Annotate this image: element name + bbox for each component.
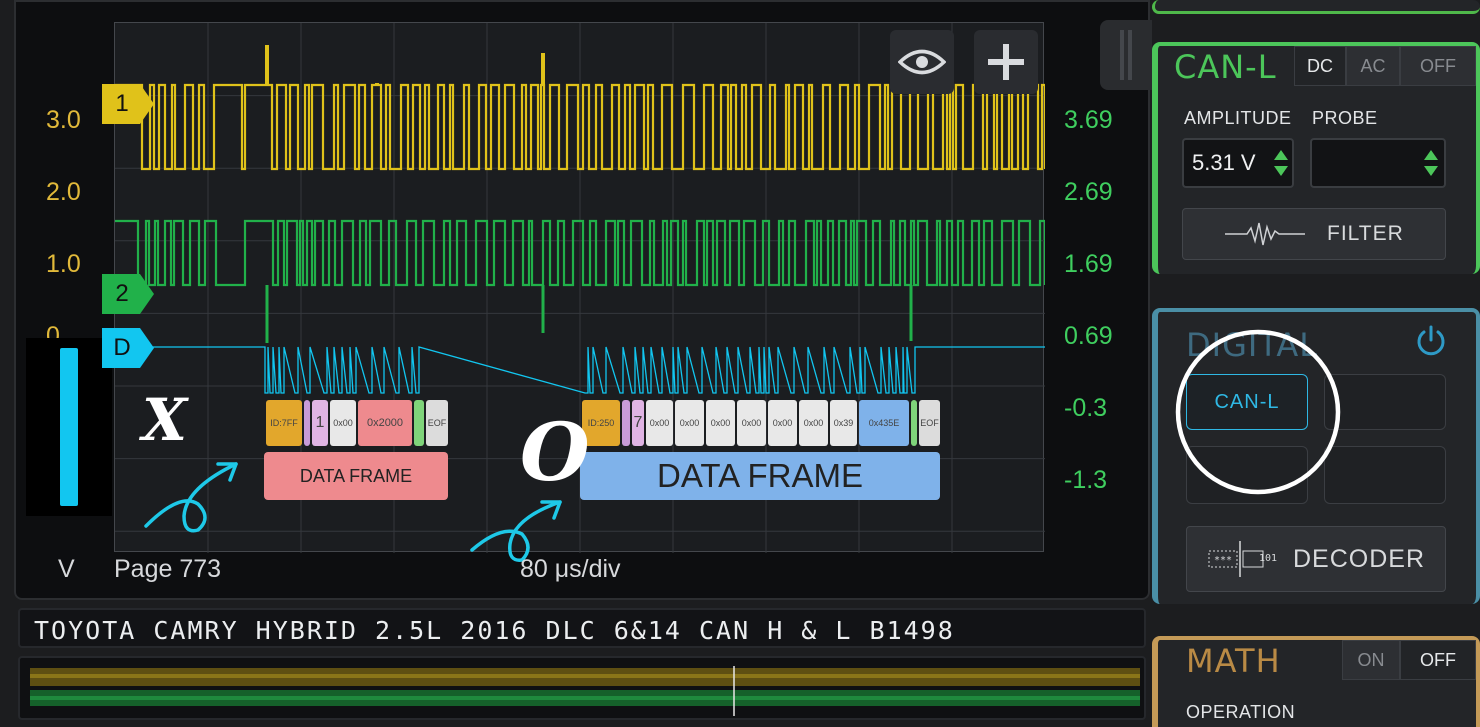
can-l-channel-panel: CAN-L DC AC OFF AMPLITUDE PROBE 5.31 V F… [1152,42,1480,274]
arrow-annotation-icon [144,462,238,533]
probe-label: PROBE [1312,108,1378,128]
session-title: TOYOTA CAMRY HYBRID 2.5L 2016 DLC 6&14 C… [34,616,955,645]
decoder-icon-text: 101 [1259,553,1278,564]
overview-strip[interactable] [18,656,1146,720]
timebase-label[interactable]: 80 μs/div [520,555,621,584]
channel-2-marker[interactable]: 2 [102,274,154,314]
right-scale-label: 0.69 [1064,322,1113,350]
decode-cell-data: 0x00 [675,400,704,446]
decode-cell-data: 0x00 [737,400,766,446]
decoder-icon: *** [1208,541,1264,577]
probe-stepper[interactable] [1420,140,1442,186]
plus-icon [988,44,1024,80]
filter-button[interactable]: FILTER [1182,208,1446,260]
arrow-annotation-icon [470,500,562,562]
right-mark-annotation: O [520,405,590,499]
digital-marker[interactable]: D [102,328,154,368]
panel-drawer-handle[interactable] [1100,20,1152,90]
right-scale-label: 1.69 [1064,250,1113,278]
decoder-button[interactable]: *** 101 DECODER [1186,526,1446,592]
left-scale-label: 3.0 [46,106,81,134]
channel-title: CAN-L [1174,48,1277,86]
highlight-circle-annotation [1175,329,1341,495]
decoder-label: DECODER [1293,544,1426,573]
session-title-bar[interactable]: TOYOTA CAMRY HYBRID 2.5L 2016 DLC 6&14 C… [18,608,1146,648]
svg-text:***: *** [1214,555,1232,566]
marker-label: 2 [115,280,129,307]
coupling-dc-button[interactable]: DC [1294,46,1346,86]
digital-slot-empty[interactable] [1324,446,1446,504]
decode-cell-data: 0x00 [646,400,673,446]
right-scale-label: 3.69 [1064,106,1113,134]
math-off-button[interactable]: OFF [1400,640,1476,680]
decode-cell-ack [414,400,424,446]
amplitude-field[interactable]: 5.31 V [1182,138,1294,188]
level-bar [60,348,78,506]
decode-cell-pad [304,400,310,446]
data-frame-2[interactable]: DATA FRAME [580,452,940,500]
decode-cell-eof: EOF [919,400,940,446]
decode-cell-eof: EOF [426,400,448,446]
power-icon[interactable] [1414,324,1448,358]
marker-label: D [113,334,131,361]
decode-cell-data: 0x00 [706,400,735,446]
math-title: MATH [1186,642,1281,680]
waveform-icon [1225,222,1305,246]
decode-cell-dlc: 7 [632,400,644,446]
channel-panel-collapsed [1152,0,1480,14]
filter-label: FILTER [1327,222,1404,245]
decode-cell-crc: 0x2000 [358,400,412,446]
digital-panel: DIGITAL CAN-L *** 101 DECODER [1152,308,1480,604]
decode-cell-ack [911,400,917,446]
overview-waveform [30,666,1140,716]
marker-label: 1 [115,90,129,117]
right-scale-label: -0.3 [1064,394,1108,422]
visibility-button[interactable] [890,30,954,94]
decode-cell-dlc: 1 [312,400,328,446]
eye-icon [898,49,946,75]
handle-grip [1128,30,1132,80]
decode-cell-crc: 0x435E [859,400,909,446]
decode-cell-id: ID:7FF [266,400,302,446]
handle-grip [1120,30,1124,80]
left-scale-label: 1.0 [46,250,81,278]
stepper-arrows-icon [1274,150,1288,176]
coupling-off-button[interactable]: OFF [1400,46,1476,86]
left-scale-label: 0 [46,322,60,338]
add-channel-button[interactable] [974,30,1038,94]
stepper-arrows-icon [1424,150,1438,176]
amplitude-label: AMPLITUDE [1184,108,1292,128]
oscilloscope-app: 3.0 2.0 1.0 0 3.69 2.69 1.69 0.69 -0.3 -… [0,0,1480,727]
right-scale-label: 2.69 [1064,178,1113,206]
decode-cell-data: 0x00 [330,400,356,446]
units-label: V [58,555,75,583]
right-scale-label: -1.3 [1064,466,1108,494]
math-on-button[interactable]: ON [1342,640,1400,680]
probe-field[interactable] [1310,138,1446,188]
operation-label: OPERATION [1186,702,1296,722]
coupling-ac-button[interactable]: AC [1346,46,1400,86]
decode-cell-data: 0x00 [768,400,797,446]
amplitude-stepper[interactable] [1270,140,1292,186]
decode-cell-data: 0x00 [799,400,828,446]
left-scale-label: 2.0 [46,178,81,206]
wrong-mark-annotation: X [142,386,188,454]
amplitude-value: 5.31 V [1192,150,1256,175]
decode-cell-data: 0x39 [830,400,857,446]
channel-1-marker[interactable]: 1 [102,84,154,124]
page-label[interactable]: Page 773 [114,555,221,584]
level-indicator[interactable] [26,338,112,516]
decode-cell-pad [622,400,630,446]
data-frame-1[interactable]: DATA FRAME [264,452,448,500]
digital-slot-empty[interactable] [1324,374,1446,430]
math-panel: MATH ON OFF OPERATION [1152,636,1480,727]
